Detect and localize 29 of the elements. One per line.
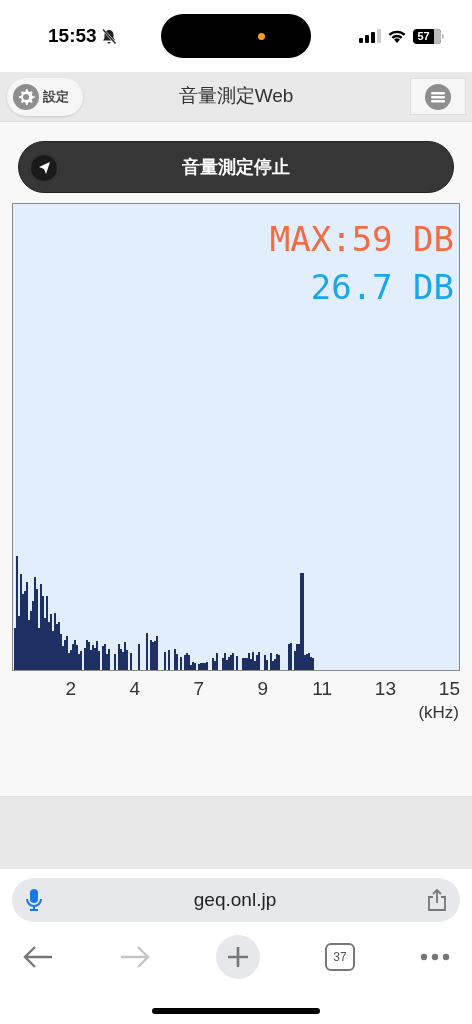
stop-measure-button[interactable]: 音量測定停止 bbox=[18, 141, 454, 193]
settings-button[interactable]: 設定 bbox=[7, 78, 83, 116]
page-title: 音量測定Web bbox=[178, 84, 294, 109]
tab-count-button[interactable]: 37 bbox=[325, 943, 355, 971]
unit-label: (kHz) bbox=[418, 703, 459, 721]
axis-label: 13 bbox=[373, 677, 396, 701]
menu-button[interactable] bbox=[410, 78, 466, 115]
more-icon[interactable] bbox=[420, 953, 450, 961]
address-bar[interactable]: geq.onl.jp bbox=[12, 878, 460, 922]
status-time: 15:53 bbox=[48, 23, 97, 48]
microphone-icon[interactable] bbox=[24, 888, 44, 912]
axis-label: 15 bbox=[437, 677, 460, 701]
current-level-reading: 26.7 DB bbox=[310, 270, 454, 304]
url-text: geq.onl.jp bbox=[193, 887, 277, 912]
axis-label: 9 bbox=[256, 677, 268, 701]
max-level-reading: MAX:59 DB bbox=[269, 222, 454, 256]
back-icon[interactable] bbox=[22, 945, 54, 969]
share-icon[interactable] bbox=[426, 888, 448, 912]
new-tab-icon[interactable] bbox=[216, 935, 260, 979]
axis-label: 4 bbox=[128, 677, 140, 701]
battery-icon: 57 bbox=[413, 28, 444, 44]
axis-label: 2 bbox=[64, 677, 76, 701]
axis-label: 7 bbox=[192, 677, 204, 701]
wifi-icon bbox=[387, 29, 407, 43]
signal-icon bbox=[359, 29, 381, 43]
bell-slash-icon bbox=[100, 27, 117, 45]
gear-icon bbox=[13, 84, 39, 110]
menu-icon bbox=[425, 83, 451, 110]
axis-label: 11 bbox=[311, 677, 332, 701]
